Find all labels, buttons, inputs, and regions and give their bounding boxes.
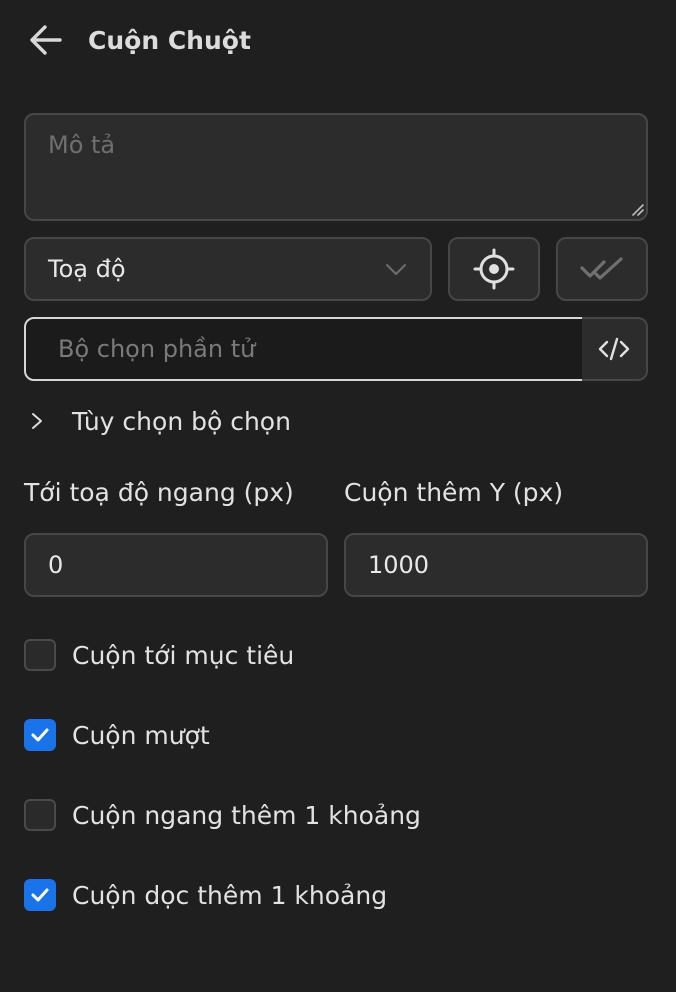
checkbox-label: Cuộn mượt (72, 720, 210, 750)
option-scroll-to-target[interactable]: Cuộn tới mục tiêu (24, 635, 294, 675)
pick-element-button[interactable] (448, 237, 540, 301)
double-check-icon (580, 257, 623, 280)
y-offset-label: Cuộn thêm Y (px) (344, 478, 564, 507)
option-horizontal-offset[interactable]: Cuộn ngang thêm 1 khoảng (24, 795, 421, 835)
back-button[interactable] (28, 18, 68, 62)
chevron-down-icon (386, 264, 406, 275)
panel-header: Cuộn Chuột (28, 18, 251, 62)
checkmark-icon (31, 888, 49, 902)
chevron-right-icon (32, 413, 42, 429)
crosshair-icon (473, 248, 515, 290)
page-title: Cuộn Chuột (88, 25, 251, 55)
checkbox[interactable] (24, 639, 56, 671)
element-selector-input[interactable] (24, 317, 584, 381)
mode-select[interactable]: Toạ độ (24, 237, 432, 301)
x-coordinate-label: Tới toạ độ ngang (px) (24, 478, 294, 507)
checkbox[interactable] (24, 799, 56, 831)
selector-options-label: Tùy chọn bộ chọn (72, 406, 291, 436)
checkbox-label: Cuộn dọc thêm 1 khoảng (72, 880, 388, 910)
description-input[interactable] (24, 113, 648, 221)
option-smooth-scroll[interactable]: Cuộn mượt (24, 715, 210, 755)
scroll-action-panel: Cuộn Chuột Toạ độ Tùy (0, 0, 676, 992)
option-vertical-offset[interactable]: Cuộn dọc thêm 1 khoảng (24, 875, 387, 915)
checkbox[interactable] (24, 879, 56, 911)
checkbox-label: Cuộn ngang thêm 1 khoảng (72, 800, 421, 830)
verify-selector-button[interactable] (556, 237, 648, 301)
code-selector-button[interactable] (582, 317, 648, 381)
element-selector-group (24, 317, 648, 381)
x-coordinate-input[interactable] (24, 533, 328, 597)
arrow-left-icon (30, 25, 62, 55)
mode-select-value: Toạ độ (48, 255, 126, 283)
checkbox-label: Cuộn tới mục tiêu (72, 640, 295, 670)
code-icon (598, 337, 630, 361)
selector-options-toggle[interactable]: Tùy chọn bộ chọn (28, 402, 291, 440)
y-offset-input[interactable] (344, 533, 648, 597)
checkbox[interactable] (24, 719, 56, 751)
checkmark-icon (31, 728, 49, 742)
